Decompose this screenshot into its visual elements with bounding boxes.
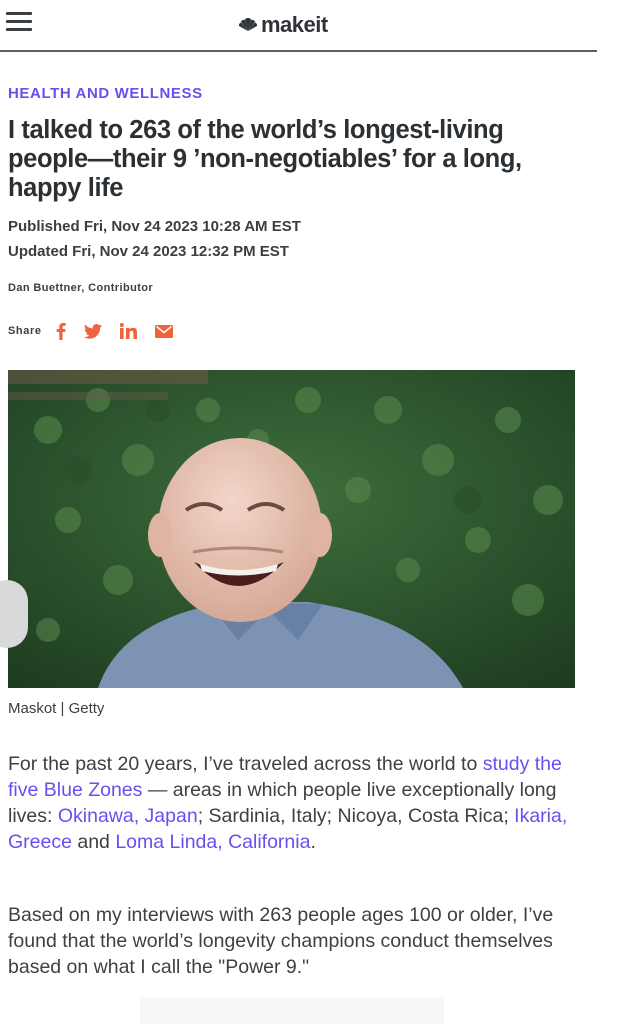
ad-slot [140,998,444,1024]
linkedin-icon[interactable] [119,323,137,339]
logo-text: make [261,12,316,37]
article-category[interactable]: HEALTH AND WELLNESS [8,85,203,102]
logo-text-it: it [315,12,328,37]
side-scroll-tab[interactable] [0,580,28,648]
paragraph-text: ; Sardinia, Italy; Nicoya, Costa Rica; [197,805,515,827]
cnbc-make-it-logo[interactable]: make it [238,12,328,38]
updated-date: Updated Fri, Nov 24 2023 12:32 PM EST [8,243,289,260]
site-header: make it [0,0,597,52]
share-bar: Share [8,322,191,340]
paragraph-text: and [71,831,116,853]
email-icon[interactable] [154,324,173,338]
author-byline[interactable]: Dan Buettner, Contributor [8,282,153,294]
okinawa-link[interactable]: Okinawa, Japan [58,805,198,827]
image-caption: Maskot | Getty [8,700,105,717]
twitter-icon[interactable] [83,323,102,339]
facebook-icon[interactable] [56,322,66,340]
article-title: I talked to 263 of the world’s longest-l… [8,116,522,202]
hero-image [8,370,575,688]
share-label: Share [8,325,42,337]
loma-linda-link[interactable]: Loma Linda, California [115,831,310,853]
hamburger-menu-icon[interactable] [6,12,32,32]
article-paragraph-1: For the past 20 years, I’ve traveled acr… [8,751,583,855]
article-paragraph-2: Based on my interviews with 263 people a… [8,904,554,978]
published-date: Published Fri, Nov 24 2023 10:28 AM EST [8,218,301,235]
paragraph-text: For the past 20 years, I’ve traveled acr… [8,753,483,775]
nbc-peacock-icon [238,18,258,31]
paragraph-text: . [310,831,316,853]
hero-photo [8,370,575,688]
